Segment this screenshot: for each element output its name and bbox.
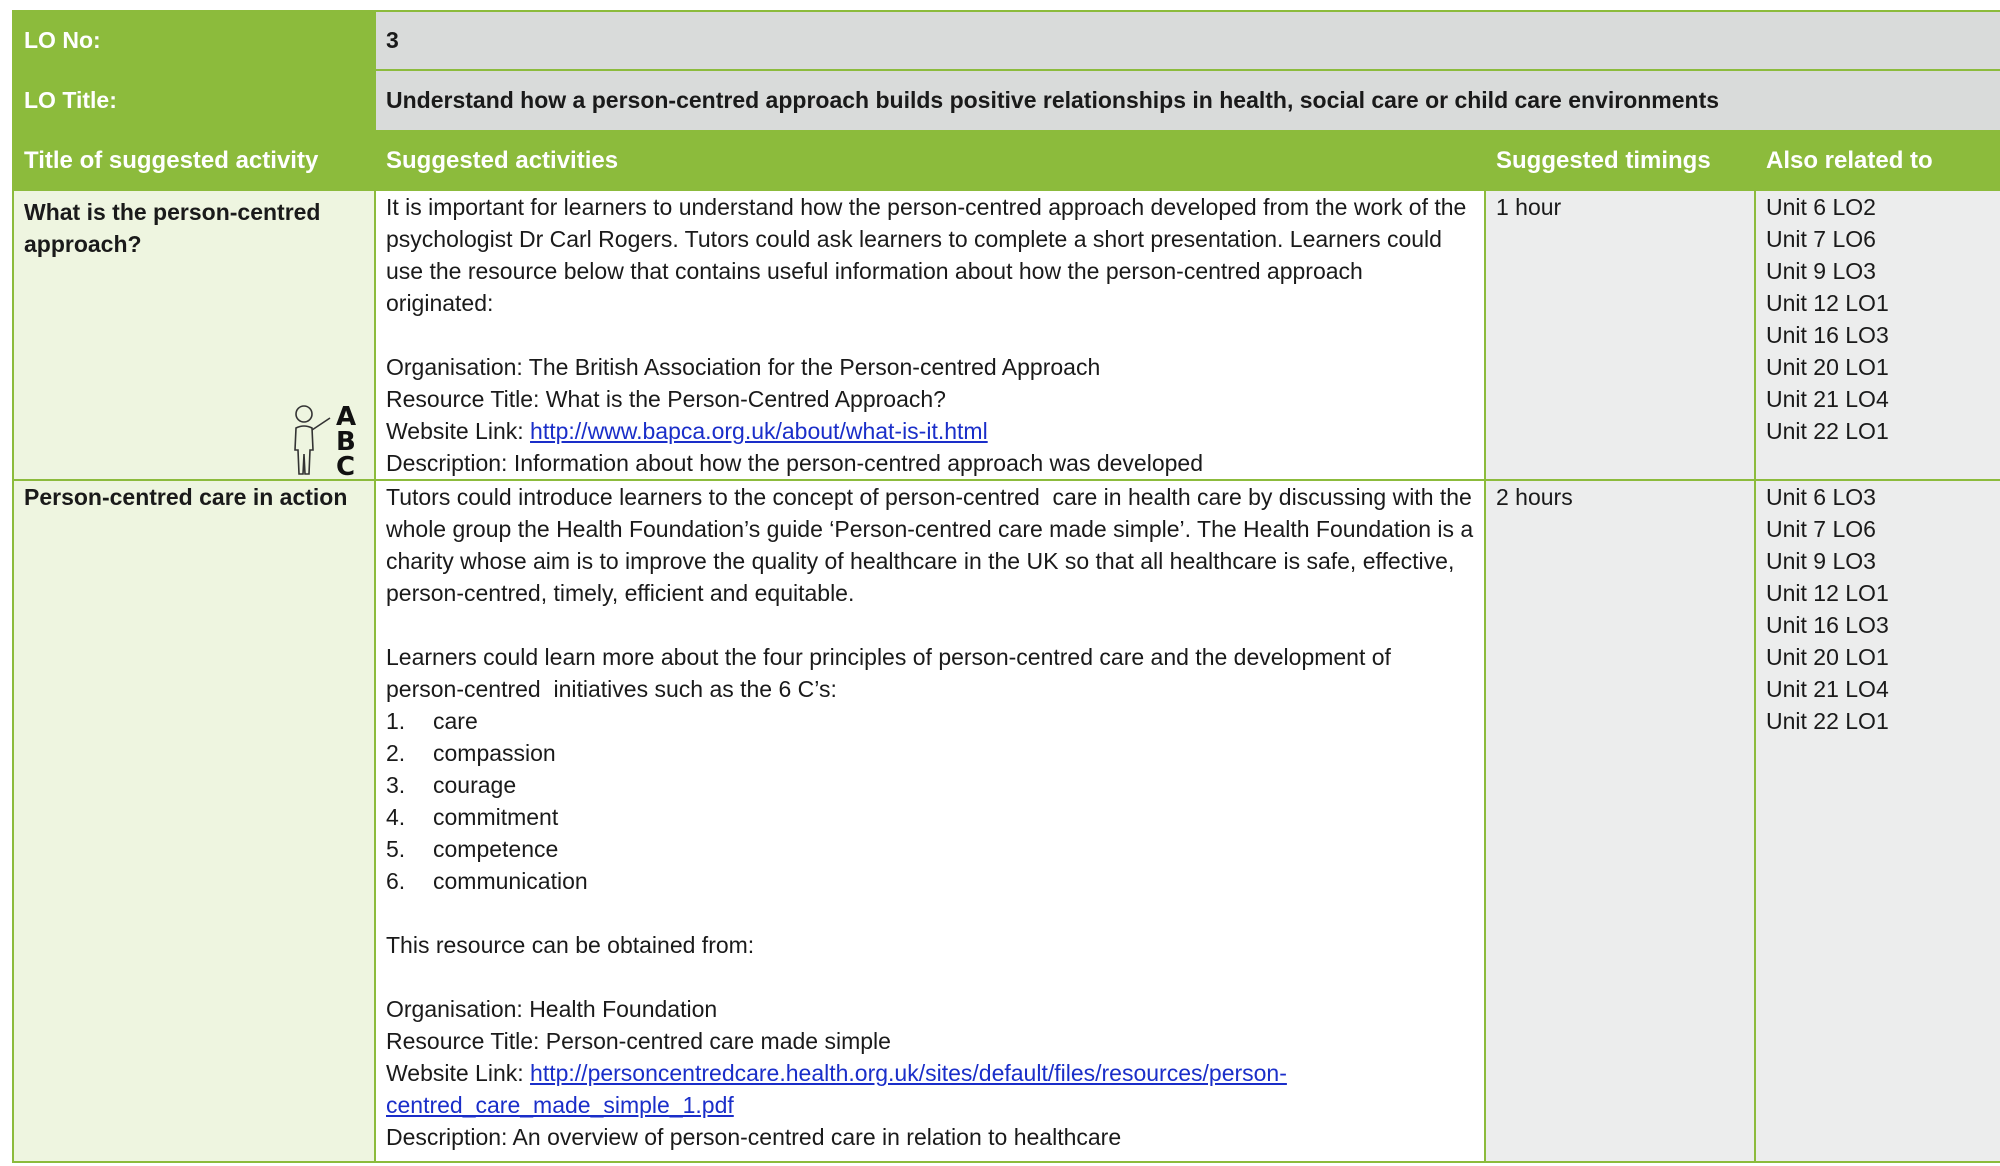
activity-paragraph: Learners could learn more about the four… (386, 644, 1398, 702)
website-link[interactable]: http://www.bapca.org.uk/about/what-is-it… (530, 418, 988, 444)
header-also-related: Also related to (1753, 130, 2000, 191)
related-unit: Unit 9 LO3 (1766, 548, 1876, 574)
resource-description: Description: Information about how the p… (386, 450, 1203, 476)
activity-title: What is the person-centred approach? (24, 199, 327, 257)
activity-timing: 2 hours (1496, 484, 1573, 510)
list-item: 4. commitment (386, 804, 559, 830)
timing-cell: 1 hour (1484, 189, 1756, 481)
related-unit: Unit 20 LO1 (1766, 354, 1889, 380)
related-unit: Unit 21 LO4 (1766, 386, 1889, 412)
column-header-row: Title of suggested activity Suggested ac… (12, 130, 2000, 191)
activity-paragraph: This resource can be obtained from: (386, 932, 755, 958)
resource-description: Description: An overview of person-centr… (386, 1124, 1122, 1150)
related-unit: Unit 12 LO1 (1766, 580, 1889, 606)
activity-title-cell: What is the person-centred approach? A B… (12, 189, 376, 481)
related-unit: Unit 7 LO6 (1766, 226, 1876, 252)
related-unit: Unit 21 LO4 (1766, 676, 1889, 702)
list-item: 1. care (386, 708, 478, 734)
svg-text:C: C (336, 452, 355, 478)
activity-row: What is the person-centred approach? A B… (12, 189, 2000, 481)
activity-timing: 1 hour (1496, 194, 1562, 220)
related-unit: Unit 12 LO1 (1766, 290, 1889, 316)
related-unit: Unit 7 LO6 (1766, 516, 1876, 542)
activity-row: Person-centred care in action Tutors cou… (12, 479, 2000, 1163)
resource-title: Resource Title: What is the Person-Centr… (386, 386, 946, 412)
activity-description-cell: It is important for learners to understa… (374, 189, 1486, 481)
resource-organisation: Organisation: Health Foundation (386, 996, 718, 1022)
website-label: Website Link: (386, 418, 531, 444)
six-cs-list: 1. care 2. compassion 3. courage 4. commitme… (386, 705, 1474, 897)
related-unit: Unit 6 LO2 (1766, 194, 1876, 220)
website-label: Website Link: (386, 1060, 531, 1086)
activity-title-cell: Person-centred care in action (12, 479, 376, 1163)
lo-number-label: LO No: (12, 10, 376, 71)
related-unit: Unit 22 LO1 (1766, 708, 1889, 734)
resource-website: Website Link: http://personcentredcare.h… (386, 1057, 1474, 1121)
activity-description-cell: Tutors could introduce learners to the c… (374, 479, 1486, 1163)
resource-website: Website Link: http://www.bapca.org.uk/ab… (386, 415, 1474, 447)
list-item: 2. compassion (386, 740, 556, 766)
related-unit: Unit 16 LO3 (1766, 612, 1889, 638)
resource-title: Resource Title: Person-centred care made… (386, 1028, 891, 1054)
related-unit: Unit 20 LO1 (1766, 644, 1889, 670)
lo-number-value: 3 (373, 10, 2000, 71)
related-unit: Unit 16 LO3 (1766, 322, 1889, 348)
abc-teacher-icon: A B C (294, 402, 356, 478)
timing-cell: 2 hours (1484, 479, 1756, 1163)
activity-title: Person-centred care in action (24, 484, 348, 510)
header-suggested-activities: Suggested activities (374, 130, 1486, 191)
header-suggested-timings: Suggested timings (1484, 130, 1756, 191)
related-unit: Unit 6 LO3 (1766, 484, 1876, 510)
list-item: 6. communication (386, 868, 588, 894)
activity-intro: Tutors could introduce learners to the c… (386, 484, 1480, 606)
related-cell: Unit 6 LO2 Unit 7 LO6 Unit 9 LO3 Unit 12… (1753, 189, 2000, 481)
related-cell: Unit 6 LO3 Unit 7 LO6 Unit 9 LO3 Unit 12… (1753, 479, 2000, 1163)
list-item: 5. competence (386, 836, 559, 862)
lo-number-row: LO No: 3 (12, 10, 2000, 71)
related-unit: Unit 22 LO1 (1766, 418, 1889, 444)
lo-title-label: LO Title: (12, 69, 376, 132)
lo-title-value: Understand how a person-centred approach… (373, 69, 2000, 132)
resource-organisation: Organisation: The British Association fo… (386, 354, 1101, 380)
header-activity-title: Title of suggested activity (12, 130, 376, 191)
activity-intro: It is important for learners to understa… (386, 194, 1473, 316)
lo-table: LO No: 3 LO Title: Understand how a pers… (12, 10, 2000, 1163)
related-unit: Unit 9 LO3 (1766, 258, 1876, 284)
list-item: 3. courage (386, 772, 517, 798)
lo-title-row: LO Title: Understand how a person-centre… (12, 69, 2000, 132)
